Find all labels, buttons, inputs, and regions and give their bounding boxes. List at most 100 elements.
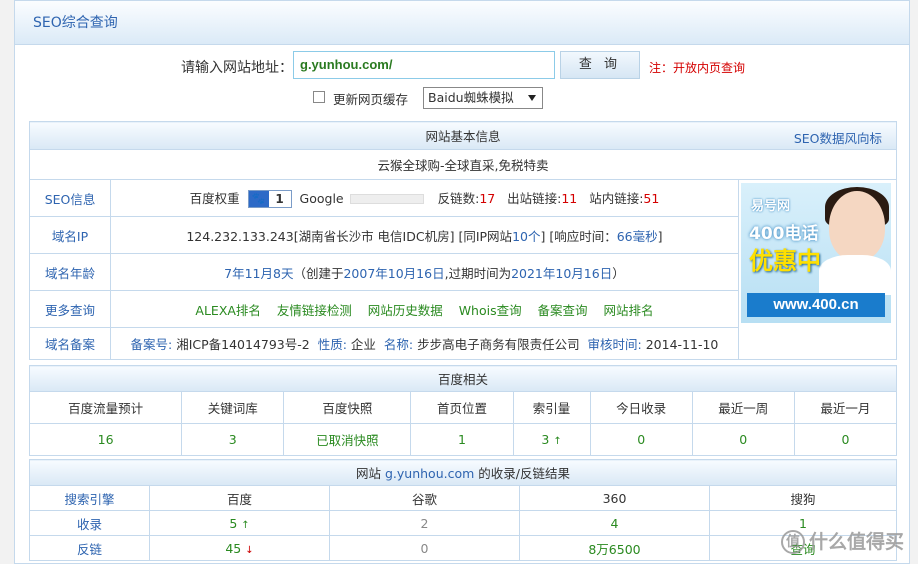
seo-info-cell: 百度权重 🐾 1 Google 反链数:17 出站链接:11 站内链接:51 xyxy=(110,179,739,217)
resp-value: 66毫秒 xyxy=(616,228,658,244)
nature-value: 企业 xyxy=(350,337,376,352)
options-row: 更新网页缓存 Baidu蜘蛛模拟 xyxy=(15,87,909,109)
age-end: ） xyxy=(612,265,625,281)
watermark: 值什么值得买 xyxy=(780,527,904,554)
basic-info-header: 网站基本信息 SEO数据风向标 xyxy=(29,121,897,150)
index-cell[interactable]: 3 ↑ xyxy=(512,423,591,456)
created-date: 2007年10月16日 xyxy=(343,265,445,281)
watermark-icon: 值 xyxy=(780,530,805,554)
resp-pre: [响应时间： xyxy=(549,228,617,244)
domain-ip-cell: 124.232.133.243[湖南省长沙市 电信IDC机房] [同IP网站10… xyxy=(110,216,739,254)
whois-link[interactable]: Whois查询 xyxy=(459,303,522,318)
age-mid2: ,过期时间为 xyxy=(444,265,512,281)
arrow-up-icon: ↑ xyxy=(553,436,562,447)
icp-query-link[interactable]: 备案查询 xyxy=(538,303,588,318)
domain-ip-label: 域名IP xyxy=(28,216,112,254)
query-button[interactable]: 查 询 xyxy=(560,51,640,79)
col-week: 最近一周 xyxy=(691,391,795,424)
arrow-down-icon: ↓ xyxy=(245,544,254,556)
keywords-value[interactable]: 3 xyxy=(181,423,285,456)
inlinks-value[interactable]: 51 xyxy=(643,191,659,206)
col-home-pos: 首页位置 xyxy=(410,391,514,424)
col-traffic: 百度流量预计 xyxy=(28,391,183,424)
google-indexed[interactable]: 2 xyxy=(329,510,520,536)
home-pos-value[interactable]: 1 xyxy=(410,423,514,456)
month-value[interactable]: 0 xyxy=(793,423,898,456)
index-value: 3 xyxy=(541,432,550,447)
col-today: 今日收录 xyxy=(589,391,693,424)
audit-date: 2014-11-10 xyxy=(645,337,719,352)
url-label: 请输入网站地址： xyxy=(181,60,293,76)
spider-mode-value: Baidu蜘蛛模拟 xyxy=(428,90,514,105)
alexa-link[interactable]: ALEXA排名 xyxy=(195,303,261,318)
bd-weight-label: 百度权重 xyxy=(189,190,240,206)
same-ip-pre: [同IP网站 xyxy=(458,228,513,244)
col-engine: 搜索引擎 xyxy=(29,485,150,511)
ad-promo: 优惠中 xyxy=(749,247,821,275)
bd-weight-badge[interactable]: 🐾 1 xyxy=(247,190,292,209)
col-keywords: 关键词库 xyxy=(181,391,285,424)
today-value[interactable]: 0 xyxy=(589,423,693,456)
inlinks-label: 站内链接: xyxy=(589,190,644,206)
refresh-cache-label: 更新网页缓存 xyxy=(333,92,409,107)
col-index: 索引量 xyxy=(512,391,591,424)
baidu-indexed-value: 5 xyxy=(229,515,238,531)
results-title-post: 的收录/反链结果 xyxy=(474,466,570,481)
history-link[interactable]: 网站历史数据 xyxy=(368,303,443,318)
site-rank-link[interactable]: 网站排名 xyxy=(603,303,653,318)
col-baidu: 百度 xyxy=(149,485,330,511)
results-title-pre: 网站 xyxy=(356,466,385,481)
domain-age-cell: 7年11月8天（创建于2007年10月16日,过期时间为2021年10月16日） xyxy=(110,253,739,291)
icp-no: 湘ICP备14014793号-2 xyxy=(176,337,310,352)
resp-post: ] xyxy=(657,228,663,244)
baidu-backlinks-value: 45 xyxy=(225,540,242,556)
spider-mode-select[interactable]: Baidu蜘蛛模拟 xyxy=(423,87,543,109)
col-google: 谷歌 xyxy=(329,485,520,511)
more-query-label: 更多查询 xyxy=(28,290,112,328)
col-sogou: 搜狗 xyxy=(709,485,897,511)
ad-site: www.400.cn xyxy=(747,293,885,317)
same-ip-link[interactable]: 10个 xyxy=(512,229,540,244)
outlinks-label: 出站链接: xyxy=(507,190,562,206)
expire-date: 2021年10月16日 xyxy=(511,265,613,281)
more-query-links: ALEXA排名 友情链接检测 网站历史数据 Whois查询 备案查询 网站排名 xyxy=(110,290,739,328)
watermark-text: 什么值得买 xyxy=(808,530,904,553)
seo-info-label: SEO信息 xyxy=(28,179,112,217)
results-table: 网站 g.yunhou.com 的收录/反链结果 搜索引擎 百度 谷歌 360 … xyxy=(29,459,897,561)
baidu-backlinks[interactable]: 45 ↓ xyxy=(149,535,330,561)
icp-cell: 备案号: 湘ICP备14014793号-2 性质: 企业 名称: 步步高电子商务… xyxy=(110,327,739,360)
company-name: 步步高电子商务有限责任公司 xyxy=(417,337,580,352)
agent-body xyxy=(819,255,891,295)
360-indexed[interactable]: 4 xyxy=(519,510,710,536)
snapshot-value[interactable]: 已取消快照 xyxy=(283,423,412,456)
baidu-header: 百度相关 xyxy=(29,365,897,392)
url-input[interactable]: g.yunhou.com/ xyxy=(293,51,555,79)
google-label: Google xyxy=(299,190,344,206)
baidu-indexed[interactable]: 5 ↑ xyxy=(149,510,330,536)
col-snapshot: 百度快照 xyxy=(283,391,412,424)
same-ip-post: ] xyxy=(540,228,546,244)
arrow-up-icon: ↑ xyxy=(241,519,250,531)
traffic-value[interactable]: 16 xyxy=(28,423,183,456)
google-backlinks[interactable]: 0 xyxy=(329,535,520,561)
outlinks-value[interactable]: 11 xyxy=(561,191,577,206)
ad-banner[interactable]: 易号网 400电话 优惠中 www.400.cn xyxy=(741,183,891,323)
icp-no-label: 备案号: xyxy=(130,337,173,352)
query-row: 请输入网站地址： g.yunhou.com/ 查 询 注：开放内页查询 xyxy=(15,51,909,79)
domain-age-label: 域名年龄 xyxy=(28,253,112,291)
indexed-label: 收录 xyxy=(29,510,150,536)
seo-trend-link[interactable]: SEO数据风向标 xyxy=(794,128,882,147)
col-month: 最近一月 xyxy=(793,391,898,424)
backlinks-value[interactable]: 17 xyxy=(479,191,495,206)
basic-info-title: 网站基本信息 xyxy=(425,129,501,144)
results-domain: g.yunhou.com xyxy=(384,466,475,481)
friend-link-check[interactable]: 友情链接检测 xyxy=(277,303,352,318)
agent-face xyxy=(829,191,885,261)
week-value[interactable]: 0 xyxy=(691,423,795,456)
baidu-table: 百度相关 百度流量预计 关键词库 百度快照 首页位置 索引量 今日收录 最近一周… xyxy=(28,365,898,456)
inner-page-note: 注：开放内页查询 xyxy=(649,61,746,75)
paw-icon: 🐾 xyxy=(248,191,269,208)
audit-label: 审核时间: xyxy=(587,337,642,352)
360-backlinks[interactable]: 8万6500 xyxy=(519,535,710,561)
refresh-cache-checkbox[interactable] xyxy=(313,91,325,103)
